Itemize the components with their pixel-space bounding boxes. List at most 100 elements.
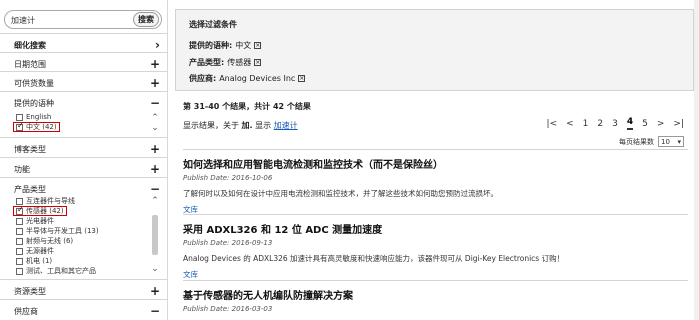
date-range-section: 日期范围 +	[0, 52, 168, 71]
last-page-button[interactable]: >|	[673, 119, 684, 129]
sidebar: 搜索 细化搜索 › 日期范围 + 可供货数量 + 提供的语种 − Engli	[0, 0, 168, 320]
per-page-select[interactable]: 10 ▾	[658, 136, 684, 147]
article-title[interactable]: 基于传感器的无人机编队防撞解决方案	[183, 287, 688, 302]
product-option-sensors[interactable]: 传感器 (42)	[13, 205, 67, 216]
divider	[183, 280, 688, 281]
chevron-up-icon[interactable]: ⌃	[151, 196, 159, 206]
expand-icon: +	[149, 76, 160, 90]
article-item: 基于传感器的无人机编队防撞解决方案 Publish Date: 2016-03-…	[183, 287, 688, 313]
pagination: |< < 1 2 3 4 5 > >|	[538, 117, 684, 130]
product-type-scroll[interactable]: ⌃ ⌄	[150, 196, 160, 274]
chevron-down-icon[interactable]: ⌄	[151, 123, 159, 133]
search-input[interactable]	[11, 14, 129, 26]
product-option[interactable]: 互连器件与导线	[16, 196, 162, 206]
expand-icon: +	[149, 162, 160, 176]
per-page-control: 每页结果数 10 ▾	[619, 136, 684, 147]
product-type-label: 产品类型	[14, 184, 46, 194]
product-option[interactable]: 光电器件	[16, 216, 162, 226]
checkbox[interactable]	[16, 267, 23, 275]
chevron-right-icon: ›	[155, 38, 160, 52]
blog-type-section: 博客类型 +	[0, 137, 168, 156]
checkbox-checked[interactable]	[16, 205, 24, 215]
checkbox[interactable]	[16, 113, 23, 121]
date-range-label: 日期范围	[14, 59, 46, 69]
selected-filters-panel: 选择过滤条件 提供的语种: 中文 × 产品类型: 传感器 × 供应商: Anal…	[175, 9, 694, 91]
prev-page-button[interactable]: <	[566, 119, 574, 129]
product-option[interactable]: 半导体与开发工具 (13)	[16, 226, 162, 236]
language-option-chinese[interactable]: 中文 (42)	[13, 121, 60, 132]
next-page-button[interactable]: >	[657, 119, 665, 129]
language-label: 提供的语种	[14, 98, 54, 108]
filter-value: 传感器	[227, 58, 252, 67]
option-label: 测试、工具和其它产品	[26, 267, 96, 275]
chevron-up-icon[interactable]: ⌃	[151, 113, 159, 123]
language-header[interactable]: 提供的语种 −	[14, 92, 164, 114]
page-link[interactable]: 5	[642, 119, 648, 129]
available-quantity-label: 可供货数量	[14, 78, 54, 88]
product-option[interactable]: 无源器件	[16, 246, 162, 256]
function-section: 功能 +	[0, 157, 168, 176]
checkbox[interactable]	[16, 217, 23, 225]
main-content: 选择过滤条件 提供的语种: 中文 × 产品类型: 传感器 × 供应商: Anal…	[175, 0, 694, 320]
checkbox[interactable]	[16, 257, 23, 265]
checkbox[interactable]	[16, 197, 23, 205]
language-option-english[interactable]: English	[16, 112, 162, 122]
results-count: 第 31-40 个结果，共计 42 个结果	[183, 102, 311, 111]
function-label: 功能	[14, 164, 30, 174]
results-prefix: 显示结果，关于	[183, 121, 239, 130]
filter-label: 供应商:	[189, 74, 217, 83]
divider	[183, 149, 688, 150]
checkbox[interactable]	[16, 247, 23, 255]
search-bar: 搜索	[4, 10, 164, 30]
checkbox-checked[interactable]	[16, 121, 24, 131]
checkbox[interactable]	[16, 237, 23, 245]
per-page-label: 每页结果数	[619, 137, 654, 146]
remove-filter-icon[interactable]: ×	[254, 59, 262, 66]
supplier-header[interactable]: 供应商 −	[14, 300, 164, 320]
article-title[interactable]: 如何选择和应用智能电流检测和监控技术（而不是保险丝）	[183, 156, 688, 171]
option-label: 射频与无线 (6)	[26, 237, 74, 245]
search-suggestion-link[interactable]: 加速计	[274, 121, 298, 130]
language-options: English 中文 (42)	[13, 112, 162, 132]
collapse-icon: −	[149, 96, 160, 110]
scrollbar-thumb[interactable]	[152, 215, 158, 255]
refine-label: 细化搜索	[14, 40, 46, 50]
first-page-button[interactable]: |<	[547, 119, 558, 129]
product-option[interactable]: 射频与无线 (6)	[16, 236, 162, 246]
product-option[interactable]: 测试、工具和其它产品	[16, 266, 162, 276]
language-section: 提供的语种 − English 中文 (42) ⌃ ⌄	[0, 91, 168, 137]
chevron-down-icon[interactable]: ⌄	[151, 264, 159, 274]
article-category-link[interactable]: 文库	[183, 269, 688, 280]
option-label: 互连器件与导线	[26, 197, 75, 205]
resource-type-label: 资源类型	[14, 286, 46, 296]
page-link[interactable]: 1	[583, 119, 589, 129]
collapse-icon: −	[149, 304, 160, 318]
article-date: Publish Date: 2016-03-03	[183, 305, 273, 313]
search-button[interactable]: 搜索	[133, 12, 159, 27]
option-label: 中文 (42)	[26, 123, 57, 131]
filter-value: 中文	[235, 41, 252, 50]
page-link[interactable]: 2	[597, 119, 603, 129]
remove-filter-icon[interactable]: ×	[254, 42, 262, 49]
article-date: Publish Date: 2016-09-13	[183, 239, 273, 247]
filter-label: 提供的语种:	[189, 41, 233, 50]
filter-chip-product-type: 产品类型: 传感器 ×	[189, 57, 262, 68]
remove-filter-icon[interactable]: ×	[298, 75, 306, 82]
option-label: 传感器 (42)	[26, 207, 64, 215]
filters-title: 选择过滤条件	[189, 20, 237, 29]
page-link[interactable]: 3	[612, 119, 618, 129]
filter-value: Analog Devices Inc	[219, 74, 296, 83]
product-type-section: 产品类型 − 互连器件与导线 传感器 (42) 光电器件 半导体与开发工具 (1…	[0, 177, 168, 277]
expand-icon: +	[149, 142, 160, 156]
language-scroll[interactable]: ⌃ ⌄	[150, 113, 160, 133]
article-title[interactable]: 采用 ADXL326 和 12 位 ADC 测量加速度	[183, 221, 688, 236]
option-label: 无源器件	[26, 247, 54, 255]
refine-section: 细化搜索 ›	[0, 33, 168, 52]
current-page[interactable]: 4	[626, 117, 634, 130]
product-option[interactable]: 机电 (1)	[16, 256, 162, 266]
dropdown-arrow-icon: ▾	[677, 137, 681, 146]
checkbox[interactable]	[16, 227, 23, 235]
article-date: Publish Date: 2016-10-06	[183, 174, 273, 182]
page-scrollbar[interactable]	[694, 0, 699, 320]
supplier-section: 供应商 −	[0, 299, 168, 318]
